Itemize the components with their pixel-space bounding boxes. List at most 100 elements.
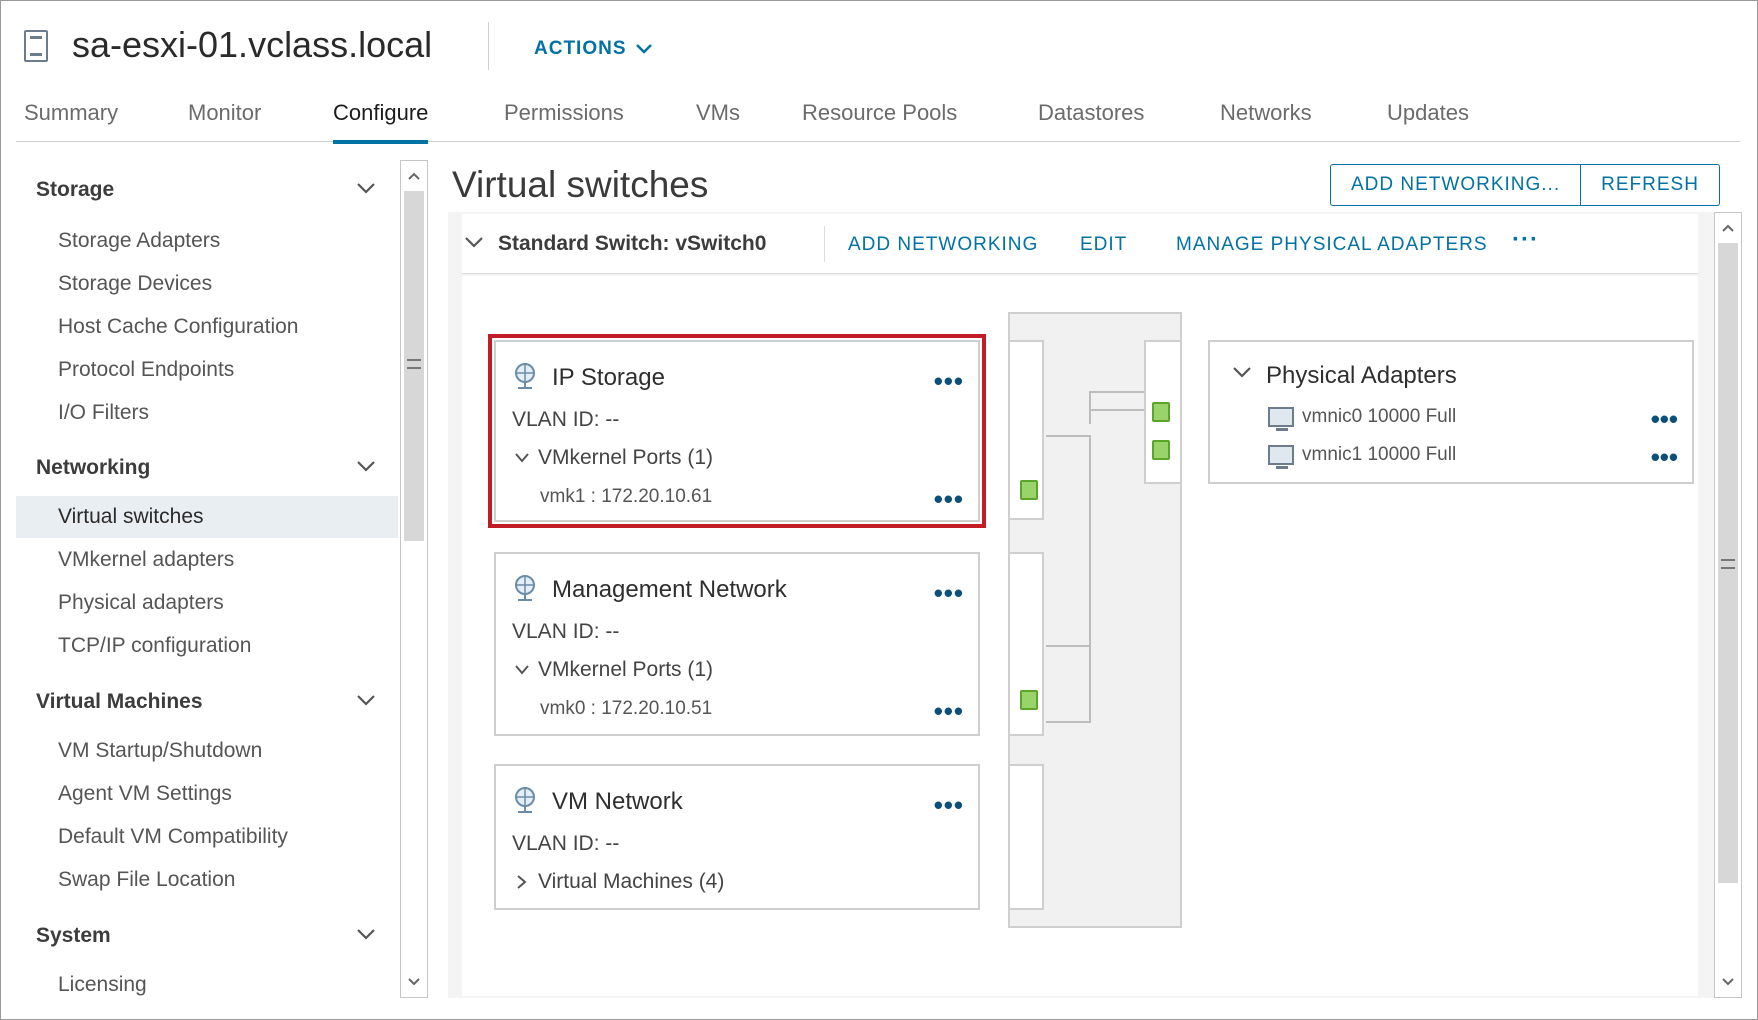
nav-item-tcpip-configuration[interactable]: TCP/IP configuration — [16, 625, 398, 667]
tab-updates[interactable]: Updates — [1387, 100, 1469, 140]
chevron-down-icon — [515, 453, 529, 463]
host-icon — [24, 30, 48, 62]
tab-networks[interactable]: Networks — [1220, 100, 1312, 140]
vlan-id: VLAN ID: -- — [512, 408, 620, 431]
nav-item-virtual-switches[interactable]: Virtual switches — [16, 496, 398, 538]
nav-item-storage-adapters[interactable]: Storage Adapters — [16, 220, 398, 262]
tab-datastores[interactable]: Datastores — [1038, 100, 1144, 140]
chevron-down-icon[interactable] — [356, 694, 376, 708]
physical-adapters-box: Physical Adapters vmnic0 10000 Full ••• … — [1208, 340, 1694, 484]
more-icon[interactable]: ••• — [1651, 406, 1678, 432]
globe-icon — [515, 787, 535, 813]
chevron-right-icon — [517, 875, 527, 889]
chevron-down-icon — [635, 44, 652, 54]
vmkernel-ports-toggle[interactable]: VMkernel Ports (1) — [514, 658, 713, 682]
port-connector-icon — [1020, 480, 1038, 500]
grip-icon — [407, 359, 421, 369]
scroll-up-icon[interactable] — [401, 163, 427, 189]
vmkernel-ports-toggle[interactable]: VMkernel Ports (1) — [514, 446, 713, 470]
nav-group-virtual-machines[interactable]: Virtual Machines — [36, 690, 203, 714]
more-icon[interactable]: ••• — [934, 698, 964, 724]
physical-adapter-row[interactable]: vmnic1 10000 Full — [1268, 444, 1457, 469]
chevron-down-icon[interactable] — [356, 460, 376, 474]
physical-adapters-title: Physical Adapters — [1266, 362, 1457, 389]
more-icon[interactable]: ••• — [934, 580, 964, 606]
nav-group-networking[interactable]: Networking — [36, 456, 150, 480]
nav-group-storage[interactable]: Storage — [36, 178, 114, 202]
tab-monitor[interactable]: Monitor — [188, 100, 261, 140]
tab-summary[interactable]: Summary — [24, 100, 118, 140]
port-connector-icon — [1020, 690, 1038, 710]
chevron-down-icon[interactable] — [1232, 364, 1252, 380]
nav-item-storage-devices[interactable]: Storage Devices — [16, 263, 398, 305]
nic-icon — [1268, 407, 1294, 431]
nav-item-host-cache[interactable]: Host Cache Configuration — [16, 306, 398, 348]
nav-group-label: Networking — [36, 456, 151, 479]
chevron-down-icon — [515, 665, 529, 675]
actions-menu-button[interactable]: ACTIONS — [534, 38, 653, 60]
adapter-label: vmnic0 10000 Full — [1302, 406, 1457, 427]
header-divider — [488, 22, 489, 70]
nav-item-licensing[interactable]: Licensing — [16, 964, 398, 1000]
nav-item-swap-file-location[interactable]: Swap File Location — [16, 859, 398, 901]
portgroup-ip-storage[interactable]: IP Storage ••• VLAN ID: -- VMkernel Port… — [488, 334, 986, 528]
nav-scrollbar[interactable] — [400, 160, 428, 998]
physical-adapter-row[interactable]: vmnic0 10000 Full — [1268, 406, 1457, 431]
nav-item-agent-vm-settings[interactable]: Agent VM Settings — [16, 773, 398, 815]
actions-label: ACTIONS — [534, 38, 627, 59]
main-button-group: ADD NETWORKING... REFRESH — [1330, 164, 1720, 206]
portgroup-management-network[interactable]: Management Network ••• VLAN ID: -- VMker… — [494, 552, 980, 736]
uplink-connector-icon — [1152, 440, 1170, 460]
nav-group-label: System — [36, 924, 111, 947]
nav-item-protocol-endpoints[interactable]: Protocol Endpoints — [16, 349, 398, 391]
vlan-id: VLAN ID: -- — [512, 832, 620, 855]
more-icon[interactable]: ••• — [1651, 444, 1678, 470]
add-networking-button[interactable]: ADD NETWORKING... — [1331, 165, 1580, 205]
more-icon[interactable]: ••• — [934, 792, 964, 818]
scroll-down-icon[interactable] — [401, 969, 427, 995]
nav-group-label: Storage — [36, 178, 115, 201]
tab-configure[interactable]: Configure — [333, 100, 429, 144]
host-title: sa-esxi-01.vclass.local — [72, 24, 433, 65]
toolbar-divider — [824, 226, 825, 262]
tab-bar: Summary Monitor Configure Permissions VM… — [16, 92, 1740, 144]
switch-add-networking-link[interactable]: ADD NETWORKING — [848, 234, 1038, 256]
more-icon[interactable]: ••• — [934, 368, 964, 394]
chevron-down-icon[interactable] — [356, 928, 376, 942]
nav-group-system[interactable]: System — [36, 924, 111, 948]
nic-icon — [1268, 445, 1294, 469]
portgroup-name: IP Storage — [552, 364, 665, 391]
nav-item-io-filters[interactable]: I/O Filters — [16, 392, 398, 434]
tab-resource-pools[interactable]: Resource Pools — [802, 100, 957, 140]
tab-permissions[interactable]: Permissions — [504, 100, 624, 140]
more-icon[interactable]: ••• — [934, 486, 964, 512]
uplink-connector-icon — [1152, 402, 1170, 422]
nav-group-label: Virtual Machines — [36, 690, 203, 713]
manage-physical-adapters-link[interactable]: MANAGE PHYSICAL ADAPTERS — [1176, 234, 1488, 256]
chevron-down-icon[interactable] — [356, 182, 376, 196]
ports-label: Virtual Machines (4) — [538, 870, 725, 893]
portgroup-vm-network[interactable]: VM Network ••• VLAN ID: -- Virtual Machi… — [494, 764, 980, 910]
nav-item-default-vm-compat[interactable]: Default VM Compatibility — [16, 816, 398, 858]
page-title: Virtual switches — [452, 164, 709, 205]
main-scrollbar[interactable] — [1714, 212, 1742, 998]
scroll-down-icon[interactable] — [1715, 969, 1741, 995]
tab-vms[interactable]: VMs — [696, 100, 740, 140]
vmk-adapter[interactable]: vmk0 : 172.20.10.51 — [540, 698, 712, 720]
scroll-up-icon[interactable] — [1715, 215, 1741, 241]
ports-label: VMkernel Ports (1) — [538, 658, 714, 681]
chevron-down-icon[interactable] — [464, 230, 484, 254]
switch-more-icon[interactable]: ··· — [1512, 226, 1539, 254]
switch-edit-link[interactable]: EDIT — [1080, 234, 1127, 256]
vmk-adapter[interactable]: vmk1 : 172.20.10.61 — [540, 486, 712, 508]
adapter-label: vmnic1 10000 Full — [1302, 444, 1457, 465]
ports-label: VMkernel Ports (1) — [538, 446, 714, 469]
globe-icon — [515, 363, 535, 389]
nav-item-vm-startup[interactable]: VM Startup/Shutdown — [16, 730, 398, 772]
nav-item-vmkernel-adapters[interactable]: VMkernel adapters — [16, 539, 398, 581]
switch-name: Standard Switch: vSwitch0 — [498, 232, 767, 255]
virtual-machines-toggle[interactable]: Virtual Machines (4) — [514, 870, 724, 894]
refresh-button[interactable]: REFRESH — [1580, 165, 1719, 205]
switch-toolbar: Standard Switch: vSwitch0 ADD NETWORKING… — [462, 214, 1698, 274]
nav-item-physical-adapters[interactable]: Physical adapters — [16, 582, 398, 624]
